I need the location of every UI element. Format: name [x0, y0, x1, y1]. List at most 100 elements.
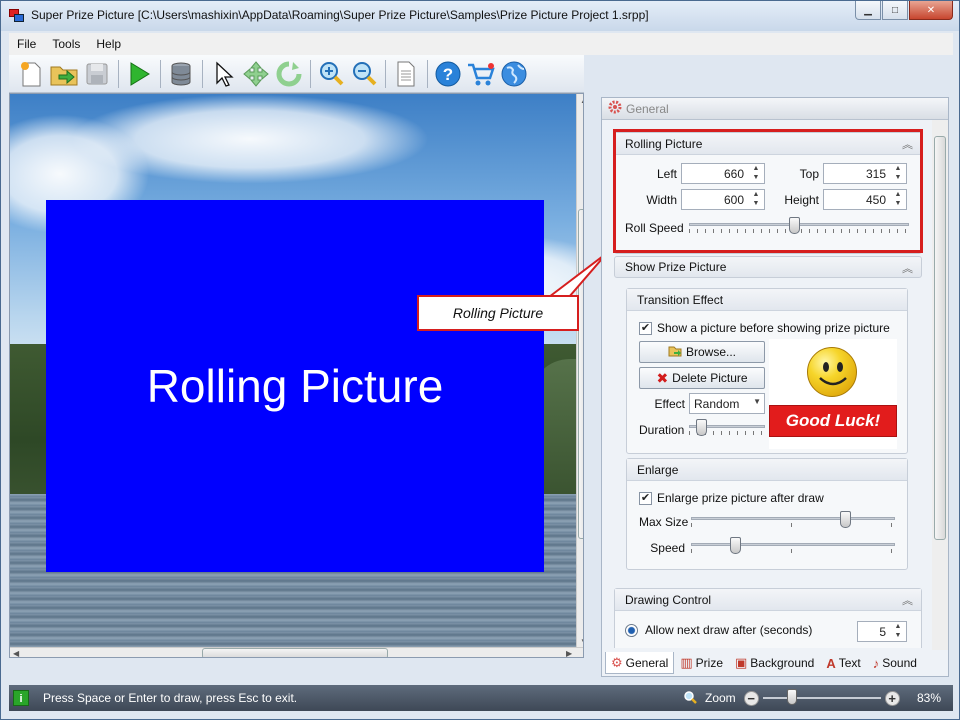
show-before-checkbox[interactable]: ✔: [639, 322, 652, 335]
spin-arrows-icon[interactable]: ▲ ▼: [892, 622, 904, 641]
scroll-up-icon[interactable]: ▲: [580, 96, 583, 105]
document-icon[interactable]: [390, 58, 422, 90]
maximize-button[interactable]: □: [882, 1, 908, 20]
show-prize-picture-title[interactable]: Show Prize Picture ︽: [614, 256, 922, 278]
app-window: Super Prize Picture [C:\Users\mashixin\A…: [0, 0, 960, 720]
duration-label: Duration: [639, 423, 685, 437]
menu-file[interactable]: File: [9, 37, 44, 51]
enlarge-title-text: Enlarge: [637, 462, 679, 477]
text-icon: A: [826, 655, 836, 671]
help-icon[interactable]: ?: [432, 58, 464, 90]
scroll-down-icon[interactable]: ▼: [580, 637, 583, 646]
show-prize-title-text: Show Prize Picture: [625, 260, 727, 274]
menu-tools[interactable]: Tools: [44, 37, 88, 51]
zoom-in-button[interactable]: +: [884, 690, 900, 706]
database-icon[interactable]: [165, 58, 197, 90]
panel-header: General: [602, 98, 948, 120]
enlarge-checkbox[interactable]: ✔: [639, 492, 652, 505]
enlarge-group: Enlarge ✔ Enlarge prize picture after dr…: [626, 458, 908, 570]
drawing-control-title[interactable]: Drawing Control ︽: [615, 589, 921, 611]
rolling-picture-callout: Rolling Picture: [417, 295, 579, 331]
tab-general[interactable]: ⚙ General: [605, 652, 675, 674]
panel-tabs: ⚙ General ▥ Prize ▣ Background A Text ♪ …: [605, 651, 947, 675]
collapse-icon[interactable]: ︽: [902, 260, 913, 276]
panel-header-title: General: [626, 101, 669, 116]
app-icon: [9, 9, 25, 23]
move-icon[interactable]: [240, 58, 272, 90]
panel-vertical-scroll-thumb[interactable]: [934, 136, 946, 540]
speed-thumb[interactable]: [730, 537, 741, 554]
canvas-horizontal-scroll-thumb[interactable]: [202, 648, 388, 657]
allow-next-spin[interactable]: 5 ▲ ▼: [857, 621, 907, 642]
browse-label: Browse...: [685, 345, 736, 359]
play-icon[interactable]: [123, 58, 155, 90]
tab-text[interactable]: A Text: [820, 652, 866, 674]
delete-picture-label: Delete Picture: [672, 371, 748, 385]
design-canvas[interactable]: Rolling Picture ▲ ▼ ◀ ▶: [9, 93, 584, 658]
zoom-slider[interactable]: [762, 688, 881, 708]
title-bar: Super Prize Picture [C:\Users\mashixin\A…: [1, 1, 959, 31]
max-size-slider[interactable]: [691, 511, 895, 531]
open-folder-icon[interactable]: [48, 58, 80, 90]
rolling-picture-area[interactable]: Rolling Picture: [46, 200, 544, 572]
zoom-value: 83%: [917, 691, 942, 705]
allow-next-value: 5: [879, 624, 886, 639]
allow-next-label: Allow next draw after (seconds): [645, 623, 813, 637]
tab-text-label: Text: [838, 656, 861, 670]
browse-button[interactable]: Browse...: [639, 341, 765, 363]
drawing-control-title-text: Drawing Control: [625, 592, 712, 607]
image-icon: ▣: [735, 655, 748, 670]
tab-general-label: General: [625, 655, 669, 670]
minimize-button[interactable]: ▁: [855, 1, 881, 20]
zoom-out-button[interactable]: −: [743, 690, 759, 706]
zoom-in-icon[interactable]: [315, 58, 347, 90]
enlarge-title: Enlarge: [627, 459, 907, 481]
zoom-slider-thumb[interactable]: [786, 689, 797, 705]
save-disk-icon[interactable]: [81, 58, 113, 90]
new-project-icon[interactable]: [15, 58, 47, 90]
tab-background[interactable]: ▣ Background: [729, 652, 820, 674]
duration-thumb[interactable]: [696, 419, 707, 436]
globe-icon[interactable]: [498, 58, 530, 90]
effect-value: Random: [694, 396, 740, 411]
tab-sound[interactable]: ♪ Sound: [867, 652, 923, 674]
zoom-out-icon[interactable]: [348, 58, 380, 90]
pointer-icon[interactable]: [207, 58, 239, 90]
max-size-label: Max Size: [639, 515, 689, 529]
magnifier-icon: [683, 690, 697, 707]
max-size-thumb[interactable]: [840, 511, 851, 528]
cart-icon[interactable]: [465, 58, 497, 90]
zoom-label: Zoom: [705, 691, 736, 705]
scroll-right-icon[interactable]: ▶: [566, 649, 572, 657]
show-before-label: Show a picture before showing prize pict…: [657, 321, 890, 335]
menu-help[interactable]: Help: [88, 37, 129, 51]
speed-slider[interactable]: [691, 537, 895, 557]
transition-effect-title: Transition Effect: [627, 289, 907, 311]
transition-preview-image: Good Luck!: [769, 339, 897, 449]
delete-picture-button[interactable]: ✖ Delete Picture: [639, 367, 765, 389]
allow-next-radio[interactable]: [625, 624, 638, 637]
svg-text:?: ?: [443, 65, 453, 84]
duration-slider[interactable]: [689, 419, 765, 439]
rolling-picture-text: Rolling Picture: [146, 360, 444, 412]
close-button[interactable]: ✕: [909, 1, 953, 20]
folder-icon: [668, 345, 682, 360]
effect-label: Effect: [654, 397, 685, 411]
zoom-control: Zoom − +: [683, 685, 900, 711]
scroll-left-icon[interactable]: ◀: [13, 649, 19, 657]
transition-effect-group: Transition Effect ✔ Show a picture befor…: [626, 288, 908, 454]
book-icon: ▥: [680, 655, 693, 670]
info-icon: i: [13, 690, 29, 706]
speed-label: Speed: [650, 541, 685, 555]
tab-prize[interactable]: ▥ Prize: [674, 652, 729, 674]
gear-icon: ⚙: [611, 654, 623, 670]
rolling-picture-highlight: [613, 129, 923, 253]
status-bar: i Press Space or Enter to draw, press Es…: [9, 685, 953, 711]
canvas-vertical-scroll-thumb[interactable]: [578, 209, 583, 539]
collapse-icon[interactable]: ︽: [902, 592, 913, 608]
window-title: Super Prize Picture [C:\Users\mashixin\A…: [31, 8, 649, 22]
rotate-icon[interactable]: [273, 58, 305, 90]
effect-select[interactable]: Random ▼: [689, 393, 765, 414]
transition-effect-title-text: Transition Effect: [637, 292, 724, 307]
tab-sound-label: Sound: [882, 656, 917, 670]
